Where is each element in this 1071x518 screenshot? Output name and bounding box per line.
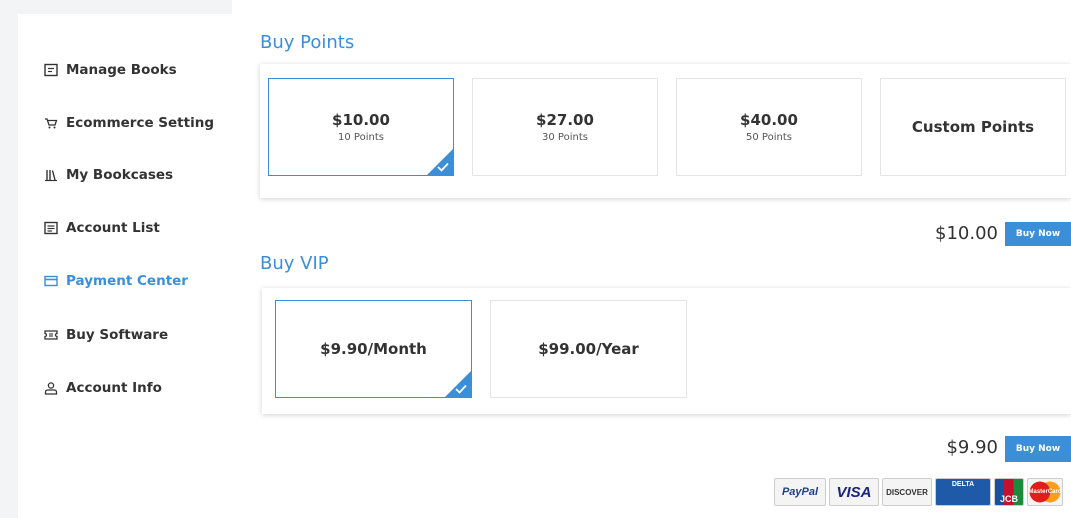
sidebar: Manage Books Ecommerce Setting My Bookca…: [18, 14, 232, 518]
visa-logo: VISA: [829, 478, 879, 506]
sidebar-item-label: Buy Software: [66, 327, 169, 343]
buy-points-button[interactable]: Buy Now: [1005, 222, 1071, 246]
sidebar-item-label: Account Info: [66, 380, 162, 396]
list-icon: [44, 221, 58, 235]
check-icon: [437, 162, 449, 172]
points-panel: $10.00 10 Points $27.00 30 Points $40.00…: [260, 64, 1071, 198]
sidebar-item-manage-books[interactable]: Manage Books: [44, 62, 177, 78]
vip-option-month[interactable]: $9.90/Month: [275, 300, 472, 398]
option-points: 30 Points: [542, 132, 588, 143]
option-points: 50 Points: [746, 132, 792, 143]
sidebar-item-label: Payment Center: [66, 273, 188, 289]
option-price: $40.00: [740, 111, 798, 129]
points-total: $10.00: [935, 223, 998, 244]
sidebar-item-label: Manage Books: [66, 62, 177, 78]
points-option-50[interactable]: $40.00 50 Points: [676, 78, 862, 176]
option-points: 10 Points: [338, 132, 384, 143]
option-label: Custom Points: [911, 118, 1035, 136]
bookcase-icon: [44, 168, 58, 182]
points-option-custom[interactable]: Custom Points: [880, 78, 1066, 176]
points-option-30[interactable]: $27.00 30 Points: [472, 78, 658, 176]
main-content: Buy Points $10.00 10 Points $27.00 30 Po…: [232, 0, 1071, 518]
option-price: $10.00: [332, 111, 390, 129]
sidebar-item-buy-software[interactable]: Buy Software: [44, 327, 168, 343]
buy-points-title: Buy Points: [260, 32, 355, 53]
paypal-logo: PayPal: [774, 478, 826, 506]
jcb-logo: JCB: [994, 478, 1024, 506]
delta-logo: DELTA: [935, 478, 991, 506]
sidebar-item-payment-center[interactable]: Payment Center: [44, 273, 188, 289]
payment-logos: PayPal VISA DISCOVER DELTA JCB MasterCar…: [774, 478, 1063, 506]
option-price: $27.00: [536, 111, 594, 129]
points-option-10[interactable]: $10.00 10 Points: [268, 78, 454, 176]
sidebar-item-ecommerce-setting[interactable]: Ecommerce Setting: [44, 115, 214, 131]
sidebar-item-my-bookcases[interactable]: My Bookcases: [44, 167, 173, 183]
mastercard-logo: MasterCard: [1027, 478, 1063, 506]
sidebar-item-label: My Bookcases: [66, 167, 174, 183]
vip-total: $9.90: [946, 437, 998, 458]
discover-logo: DISCOVER: [882, 478, 932, 506]
card-icon: [44, 274, 58, 288]
cart-icon: [44, 116, 58, 130]
sidebar-item-account-info[interactable]: Account Info: [44, 380, 162, 396]
book-manage-icon: [44, 63, 58, 77]
user-icon: [44, 381, 58, 395]
buy-vip-title: Buy VIP: [260, 253, 329, 274]
ticket-icon: [44, 328, 58, 342]
option-label: $9.90/Month: [320, 340, 427, 358]
vip-option-year[interactable]: $99.00/Year: [490, 300, 687, 398]
option-label: $99.00/Year: [538, 340, 639, 358]
check-icon: [455, 384, 467, 394]
sidebar-item-label: Account List: [66, 220, 160, 236]
buy-vip-button[interactable]: Buy Now: [1005, 436, 1071, 462]
vip-panel: $9.90/Month $99.00/Year: [262, 288, 1071, 414]
sidebar-item-account-list[interactable]: Account List: [44, 220, 160, 236]
sidebar-item-label: Ecommerce Setting: [66, 115, 214, 131]
